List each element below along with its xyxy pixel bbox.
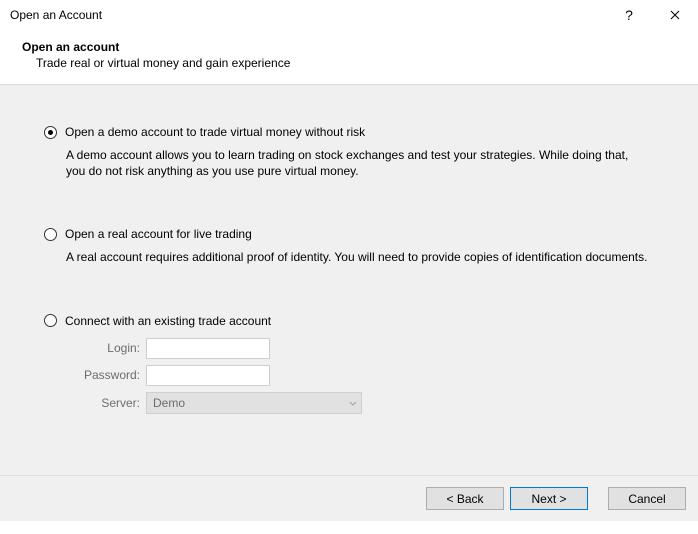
titlebar: Open an Account ? (0, 0, 698, 30)
option-demo-row[interactable]: Open a demo account to trade virtual mon… (44, 125, 668, 139)
chevron-down-icon (349, 396, 357, 410)
radio-existing[interactable] (44, 314, 57, 327)
content-area: Open a demo account to trade virtual mon… (0, 85, 698, 475)
login-row: Login: (74, 338, 668, 359)
server-label: Server: (74, 396, 140, 410)
server-select[interactable]: Demo (146, 392, 362, 414)
option-existing: Connect with an existing trade account L… (44, 314, 668, 414)
password-row: Password: (74, 365, 668, 386)
server-value: Demo (153, 396, 349, 410)
next-button[interactable]: Next > (510, 487, 588, 510)
option-real: Open a real account for live trading A r… (44, 227, 668, 265)
radio-real[interactable] (44, 228, 57, 241)
option-real-title: Open a real account for live trading (65, 227, 252, 241)
help-button[interactable]: ? (606, 0, 652, 30)
password-label: Password: (74, 368, 140, 382)
wizard-footer: < Back Next > Cancel (0, 475, 698, 521)
radio-demo[interactable] (44, 126, 57, 139)
existing-fields: Login: Password: Server: Demo (74, 338, 668, 414)
option-demo-desc: A demo account allows you to learn tradi… (66, 147, 648, 179)
close-icon (670, 10, 680, 20)
window-title: Open an Account (10, 8, 606, 22)
option-real-desc: A real account requires additional proof… (66, 249, 648, 265)
header-subtitle: Trade real or virtual money and gain exp… (22, 56, 676, 70)
header-title: Open an account (22, 40, 676, 54)
option-demo: Open a demo account to trade virtual mon… (44, 125, 668, 179)
login-input[interactable] (146, 338, 270, 359)
option-existing-title: Connect with an existing trade account (65, 314, 271, 328)
back-button[interactable]: < Back (426, 487, 504, 510)
option-real-row[interactable]: Open a real account for live trading (44, 227, 668, 241)
password-input[interactable] (146, 365, 270, 386)
cancel-button[interactable]: Cancel (608, 487, 686, 510)
option-existing-row[interactable]: Connect with an existing trade account (44, 314, 668, 328)
login-label: Login: (74, 341, 140, 355)
server-row: Server: Demo (74, 392, 668, 414)
close-button[interactable] (652, 0, 698, 30)
option-demo-title: Open a demo account to trade virtual mon… (65, 125, 365, 139)
wizard-header: Open an account Trade real or virtual mo… (0, 30, 698, 84)
help-icon: ? (625, 7, 633, 23)
